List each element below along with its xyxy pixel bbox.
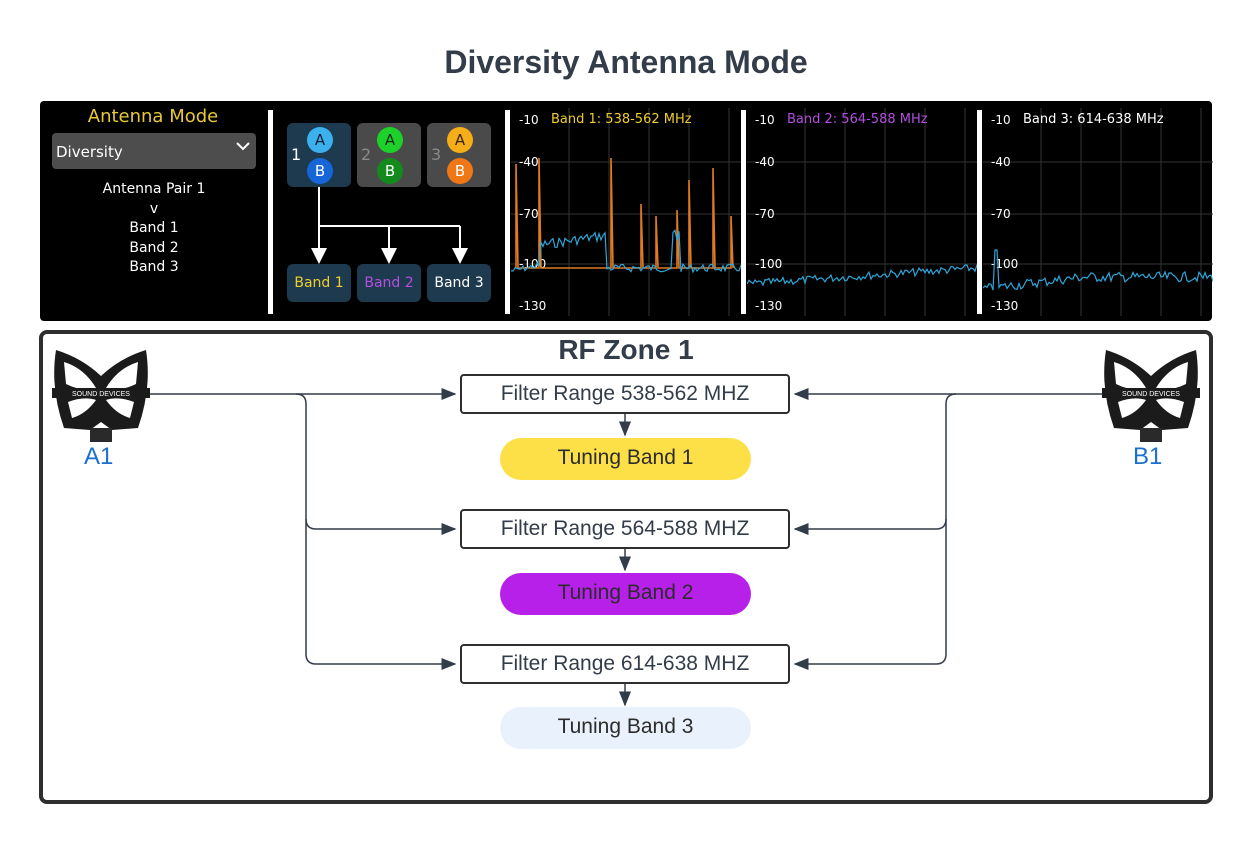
spectrum-label: Band 3: 614-638 MHz: [1023, 112, 1164, 127]
tuning-band-2: Tuning Band 2: [500, 573, 751, 615]
antenna-mode-value: Diversity: [56, 143, 123, 161]
band-3-label: Band 3: [434, 275, 484, 291]
antenna-pair-2-button[interactable]: 2 A B: [357, 123, 421, 187]
info-line: Band 2: [129, 239, 179, 256]
tick-label: -10: [755, 113, 775, 127]
filter-range-1: Filter Range 538-562 MHZ: [460, 374, 790, 414]
filter-range-2: Filter Range 564-588 MHZ: [460, 509, 790, 549]
tick-label: -100: [519, 257, 546, 271]
divider: [268, 110, 273, 314]
tick-label: -100: [755, 257, 782, 271]
tick-label: -130: [519, 299, 546, 313]
tick-label: -10: [519, 113, 539, 127]
antenna-b1-label: B1: [1133, 443, 1163, 470]
divider: [505, 110, 510, 314]
info-line: Band 1: [129, 220, 179, 236]
antenna-a-icon: A: [377, 127, 403, 153]
pair-number: 3: [431, 145, 442, 164]
tick-label: -10: [991, 113, 1011, 127]
band-2-button[interactable]: Band 2: [357, 264, 421, 302]
tick-label: -70: [991, 207, 1011, 221]
divider: [741, 110, 746, 314]
tick-label: -70: [755, 207, 775, 221]
antenna-pair-1-button[interactable]: 1 A B: [287, 123, 351, 187]
band-2-label: Band 2: [364, 275, 414, 291]
antenna-pair-3-button[interactable]: 3 A B: [427, 123, 491, 187]
divider: [977, 110, 982, 314]
band-1-button[interactable]: Band 1: [287, 264, 351, 302]
tuning-band-3: Tuning Band 3: [500, 707, 751, 749]
antenna-info: Antenna Pair 1 v Band 1 Band 2 Band 3: [52, 180, 256, 278]
antenna-a1-icon: SOUND DEVICES: [52, 350, 150, 442]
filter-range-3: Filter Range 614-638 MHZ: [460, 644, 790, 684]
page-title: Diversity Antenna Mode: [444, 44, 808, 80]
antenna-brand-text: SOUND DEVICES: [1122, 391, 1180, 398]
band-3-button[interactable]: Band 3: [427, 264, 491, 302]
band-1-label: Band 1: [294, 275, 344, 291]
pair-number: 2: [361, 145, 372, 164]
antenna-mode-title: Antenna Mode: [87, 106, 219, 127]
spectrum-plot-band-2: Band 2: 564-588 MHz -10 -40 -70 -100 -130: [747, 108, 977, 316]
antenna-a-icon: A: [447, 127, 473, 153]
spectrum-label: Band 1: 538-562 MHz: [551, 112, 692, 127]
info-line: Band 3: [129, 259, 179, 275]
spectrum-plot-band-3: Band 3: 614-638 MHz -10-40-70-100-130: [983, 108, 1213, 316]
tick-label: -40: [991, 155, 1011, 169]
antenna-b-icon: B: [377, 158, 403, 184]
antenna-b-icon: B: [307, 158, 333, 184]
antenna-a-icon: A: [307, 127, 333, 153]
spectrum-plot-band-1: Band 1: 538-562 MHz -10 -40 -70 -100 -130: [511, 108, 741, 316]
tuning-band-1: Tuning Band 1: [500, 438, 751, 480]
tick-label: -40: [755, 155, 775, 169]
rf-zone-title: RF Zone 1: [558, 334, 694, 365]
chevron-down-icon: [236, 142, 250, 151]
info-line: Antenna Pair 1: [102, 181, 206, 197]
antenna-b1-icon: SOUND DEVICES: [1102, 350, 1200, 442]
tick-label: -70: [519, 207, 539, 221]
tick-label: -40: [519, 155, 539, 169]
antenna-mode-select[interactable]: Diversity: [52, 133, 256, 169]
info-line: v: [149, 200, 159, 217]
tick-label: -130: [755, 299, 782, 313]
tick-label: -130: [991, 299, 1018, 313]
pair-number: 1: [291, 145, 302, 164]
antenna-b-icon: B: [447, 158, 473, 184]
spectrum-label: Band 2: 564-588 MHz: [787, 112, 928, 127]
antenna-a1-label: A1: [84, 443, 114, 470]
antenna-brand-text: SOUND DEVICES: [72, 391, 130, 398]
